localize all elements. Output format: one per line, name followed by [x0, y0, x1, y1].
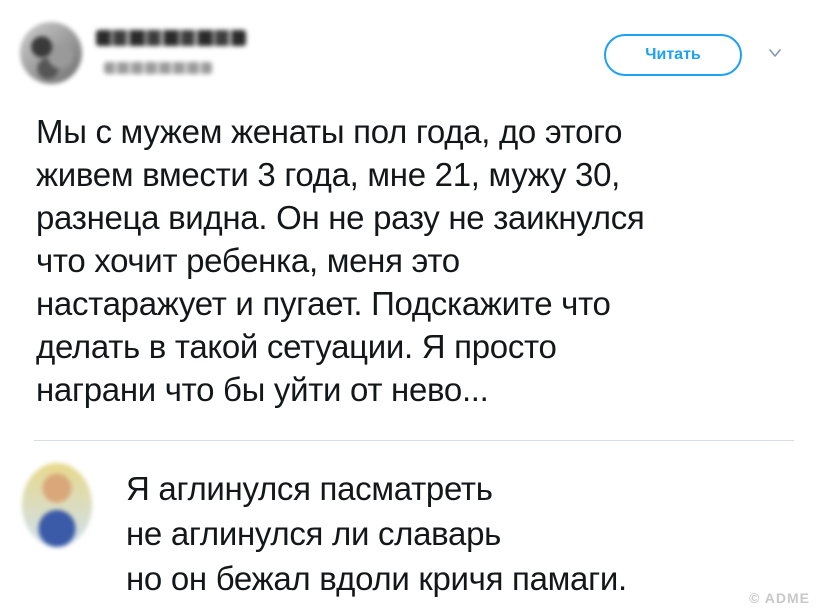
- tweet-text: Мы с мужем женаты пол года, до этого жив…: [36, 110, 796, 411]
- author-name-blurred[interactable]: [96, 30, 246, 46]
- chevron-down-icon[interactable]: [768, 46, 782, 60]
- tweet-line: делать в такой сетуации. Я просто: [36, 328, 557, 365]
- tweet-line: живем вмести 3 года, мне 21, мужу 30,: [36, 156, 620, 193]
- follow-button[interactable]: Читать: [604, 34, 742, 76]
- reply-text: Я аглинулся пасматреть не аглинулся ли с…: [126, 466, 786, 601]
- author-handle-blurred: [104, 62, 212, 74]
- divider: [34, 440, 794, 441]
- reply-line: но он бежал вдоли кричя памаги.: [126, 560, 627, 597]
- tweet-line: разнеца видна. Он не разу не заикнулся: [36, 199, 645, 236]
- watermark: © ADME: [749, 590, 810, 606]
- tweet-line: что хочит ребенка, меня это: [36, 242, 460, 279]
- reply-line: Я аглинулся пасматреть: [126, 470, 493, 507]
- tweet-line: настаражует и пугает. Подскажите что: [36, 285, 611, 322]
- reply-line: не аглинулся ли славарь: [126, 515, 502, 552]
- reply-avatar[interactable]: [22, 463, 92, 547]
- tweet-line: Мы с мужем женаты пол года, до этого: [36, 113, 623, 150]
- tweet-line: награни что бы уйти от нево...: [36, 371, 489, 408]
- author-avatar[interactable]: [20, 22, 82, 84]
